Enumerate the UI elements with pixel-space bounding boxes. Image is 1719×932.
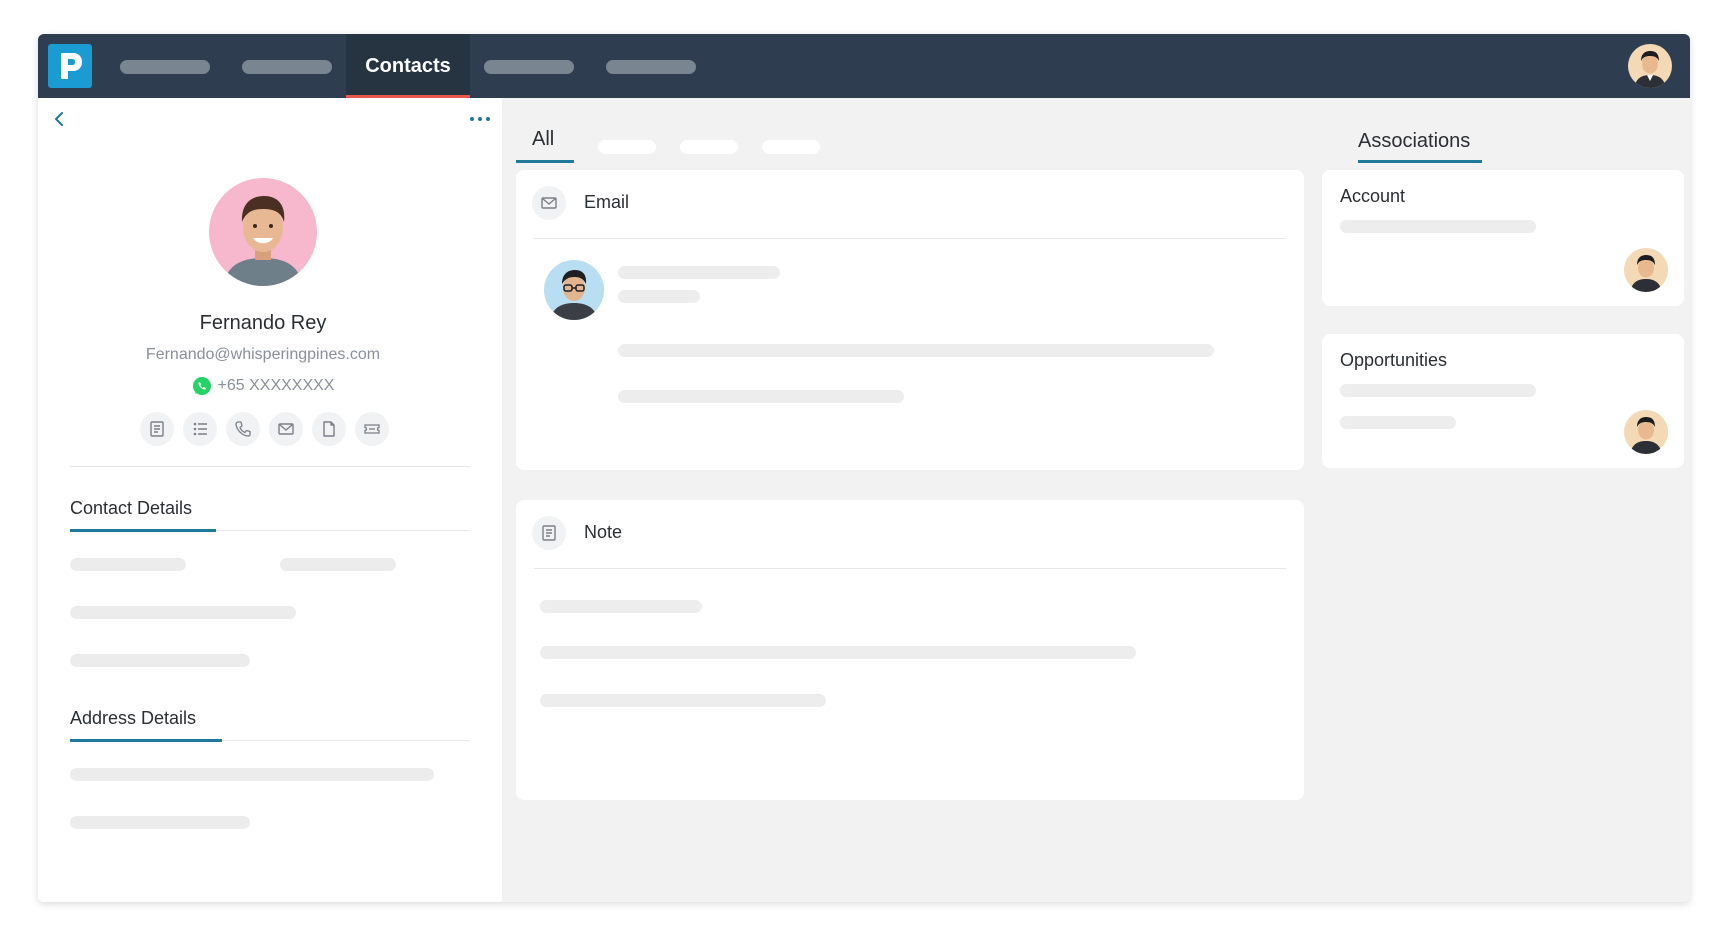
account-owner-avatar <box>1624 248 1668 292</box>
email-card-icon-wrap <box>532 186 566 220</box>
document-icon <box>323 421 335 437</box>
note-icon <box>542 525 556 541</box>
skeleton-line <box>540 694 826 707</box>
skeleton-line <box>618 290 700 303</box>
more-options-icon[interactable] <box>466 110 496 128</box>
skeleton-line <box>1340 220 1536 233</box>
tab-placeholder-1[interactable] <box>598 140 656 154</box>
contact-details-underline <box>70 529 216 532</box>
skeleton-line <box>540 600 702 613</box>
account-card-title: Account <box>1340 186 1406 206</box>
address-details-underline <box>70 739 222 742</box>
sender-avatar <box>544 260 604 320</box>
email-card-divider <box>534 238 1286 239</box>
crm-app-window: Contacts Fernando Rey Fernando@whisperin… <box>38 34 1690 902</box>
skeleton-line <box>618 390 904 403</box>
call-button[interactable] <box>226 412 260 446</box>
note-card-divider <box>534 568 1286 569</box>
skeleton-line <box>1340 416 1456 429</box>
opportunities-association-card[interactable]: Opportunities <box>1322 334 1684 468</box>
skeleton-line <box>280 558 396 571</box>
opportunity-owner-avatar <box>1624 410 1668 454</box>
note-activity-card[interactable]: Note <box>516 500 1304 800</box>
phone-icon <box>235 421 251 437</box>
contact-email[interactable]: Fernando@whisperingpines.com <box>38 346 488 364</box>
contact-action-bar <box>140 412 389 446</box>
contact-avatar <box>209 178 317 286</box>
note-card-title: Note <box>584 522 623 542</box>
skeleton-line <box>70 654 250 667</box>
email-icon <box>278 423 294 435</box>
opportunities-card-title: Opportunities <box>1340 350 1448 370</box>
back-arrow-icon[interactable] <box>48 108 70 130</box>
note-card-icon-wrap <box>532 516 566 550</box>
tab-placeholder-2[interactable] <box>680 140 738 154</box>
nav-item-placeholder-2[interactable] <box>242 60 332 74</box>
list-icon <box>193 422 207 436</box>
add-note-button[interactable] <box>140 412 174 446</box>
app-logo[interactable] <box>48 44 92 88</box>
profile-divider <box>70 466 470 467</box>
nav-tab-contacts[interactable]: Contacts <box>346 34 470 98</box>
skeleton-line <box>618 266 780 279</box>
top-navigation-bar: Contacts <box>38 34 1690 98</box>
associations-underline <box>1358 160 1482 163</box>
tab-all[interactable]: All <box>532 128 554 151</box>
skeleton-line <box>70 558 186 571</box>
skeleton-line <box>540 646 1136 659</box>
contact-details-heading[interactable]: Contact Details <box>70 498 192 519</box>
tab-placeholder-3[interactable] <box>762 140 820 154</box>
contact-profile-panel: Fernando Rey Fernando@whisperingpines.co… <box>38 98 502 902</box>
skeleton-line <box>618 344 1214 357</box>
nav-item-placeholder-4[interactable] <box>606 60 696 74</box>
account-association-card[interactable]: Account <box>1322 170 1684 306</box>
skeleton-line <box>70 768 434 781</box>
associations-heading[interactable]: Associations <box>1358 130 1470 153</box>
ticket-icon <box>364 424 380 434</box>
note-icon <box>150 421 164 437</box>
add-task-button[interactable] <box>183 412 217 446</box>
address-details-heading[interactable]: Address Details <box>70 708 196 729</box>
add-ticket-button[interactable] <box>355 412 389 446</box>
email-icon <box>541 197 557 209</box>
add-document-button[interactable] <box>312 412 346 446</box>
send-email-button[interactable] <box>269 412 303 446</box>
email-card-title: Email <box>584 192 630 212</box>
skeleton-line <box>70 816 250 829</box>
nav-tab-contacts-label: Contacts <box>365 54 451 77</box>
p-logo-icon <box>61 53 82 79</box>
activity-tabs: All <box>516 126 1316 170</box>
contact-name: Fernando Rey <box>199 312 327 334</box>
skeleton-line <box>1340 384 1536 397</box>
skeleton-line <box>70 606 296 619</box>
nav-item-placeholder-3[interactable] <box>484 60 574 74</box>
user-avatar-icon[interactable] <box>1628 44 1672 88</box>
contact-phone[interactable]: +65 XXXXXXXX <box>218 377 335 395</box>
contact-phone-row: +65 XXXXXXXX <box>38 376 488 396</box>
nav-item-placeholder-1[interactable] <box>120 60 210 74</box>
tab-all-underline <box>516 160 574 163</box>
email-activity-card[interactable]: Email <box>516 170 1304 470</box>
whatsapp-icon[interactable] <box>192 376 212 396</box>
